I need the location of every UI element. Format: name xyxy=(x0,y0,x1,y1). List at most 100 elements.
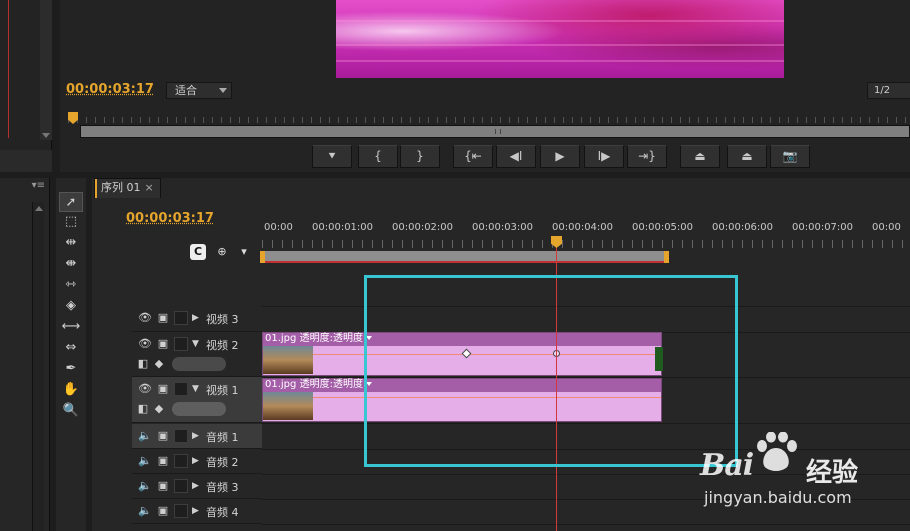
add-marker-button[interactable]: ⯆ xyxy=(312,145,352,168)
work-area-start-handle[interactable] xyxy=(260,251,265,263)
track-select-tool-icon[interactable]: ⬚ xyxy=(59,212,83,232)
speaker-icon[interactable]: 🔈 xyxy=(138,429,152,442)
camera-icon[interactable]: ▣ xyxy=(156,479,170,492)
extract-button[interactable]: ⏏ xyxy=(727,145,767,168)
expand-triangle-icon[interactable]: ▶ xyxy=(192,506,199,516)
clip-effect[interactable]: 透明度:透明度 xyxy=(300,333,363,344)
annotation-highlight-box xyxy=(364,275,738,467)
camera-icon[interactable]: ▣ xyxy=(156,429,170,442)
keyframe-icon[interactable]: ◆ xyxy=(152,357,166,370)
lock-toggle[interactable] xyxy=(174,479,188,493)
expand-triangle-icon[interactable]: ▶ xyxy=(192,313,199,323)
source-panel-strip xyxy=(0,0,52,172)
speaker-icon[interactable]: 🔈 xyxy=(138,504,152,517)
program-time-ruler[interactable] xyxy=(68,107,910,125)
track-header-a4[interactable]: 🔈 ▣ ▶ 音频 4 xyxy=(132,499,262,524)
add-marker-icon[interactable]: ▾ xyxy=(236,244,252,260)
go-to-out-button[interactable]: ⇥} xyxy=(627,145,667,168)
export-frame-button[interactable]: 📷 xyxy=(770,145,810,168)
collapse-triangle-icon[interactable]: ▼ xyxy=(192,384,199,394)
slip-tool-icon[interactable]: ⟷ xyxy=(59,317,83,337)
display-style-icon[interactable]: ◧ xyxy=(136,402,150,415)
lock-toggle[interactable] xyxy=(174,311,188,325)
snap-icon[interactable]: C xyxy=(190,244,206,260)
panel-menu-icon[interactable]: ▾≡ xyxy=(32,180,45,191)
camera-icon[interactable]: ▣ xyxy=(156,382,170,395)
ruler-label: 00:00 xyxy=(872,222,901,233)
close-icon[interactable]: × xyxy=(145,181,154,194)
program-video-frame xyxy=(336,0,784,78)
track-header-v3[interactable]: 👁 ▣ ▶ 视频 3 xyxy=(132,306,262,332)
clip-thumbnail xyxy=(263,346,313,374)
pen-tool-icon[interactable]: ✒ xyxy=(59,359,83,379)
keyframe-navigator[interactable] xyxy=(172,357,226,371)
camera-icon[interactable]: ▣ xyxy=(156,454,170,467)
track-name: 视频 2 xyxy=(206,339,239,352)
track-header-v1[interactable]: 👁 ▣ ▼ 视频 1 ◧ ◆ xyxy=(132,377,262,423)
playback-resolution-select[interactable]: 1/2 xyxy=(867,82,910,99)
fit-zoom-select[interactable]: 适合 xyxy=(166,82,232,99)
step-back-button[interactable]: ◀I xyxy=(496,145,536,168)
scroll-up-icon[interactable] xyxy=(35,206,43,211)
mark-out-button[interactable]: } xyxy=(400,145,440,168)
watermark-suffix: 经验 xyxy=(806,458,859,488)
expand-triangle-icon[interactable]: ▶ xyxy=(192,481,199,491)
lock-toggle[interactable] xyxy=(174,504,188,518)
track-header-a3[interactable]: 🔈 ▣ ▶ 音频 3 xyxy=(132,474,262,499)
lock-toggle[interactable] xyxy=(174,454,188,468)
track-headers: 👁 ▣ ▶ 视频 3 👁 ▣ ▼ 视频 2 ◧ ◆ 👁 ▣ ▼ 视频 1 ◧ ◆ xyxy=(132,266,262,531)
source-scrollbar[interactable] xyxy=(40,0,52,140)
zoom-tool-icon[interactable]: 🔍 xyxy=(59,401,83,421)
collapse-triangle-icon[interactable]: ▼ xyxy=(192,339,199,349)
eye-icon[interactable]: 👁 xyxy=(138,311,152,324)
scroll-down-icon[interactable] xyxy=(42,133,50,138)
rate-stretch-tool-icon[interactable]: ⇿ xyxy=(59,275,83,295)
track-name: 音频 4 xyxy=(206,506,239,519)
mark-in-button[interactable]: { xyxy=(358,145,398,168)
work-area-end-handle[interactable] xyxy=(664,251,669,263)
speaker-icon[interactable]: 🔈 xyxy=(138,479,152,492)
lock-toggle[interactable] xyxy=(174,337,188,351)
lift-button[interactable]: ⏏ xyxy=(680,145,720,168)
lock-toggle[interactable] xyxy=(174,382,188,396)
track-header-v2[interactable]: 👁 ▣ ▼ 视频 2 ◧ ◆ xyxy=(132,332,262,377)
program-zoom-scrollbar[interactable] xyxy=(80,125,910,138)
camera-icon[interactable]: ▣ xyxy=(156,504,170,517)
program-timecode[interactable]: 00:00:03:17 xyxy=(66,82,154,97)
watermark-url: jingyan.baidu.com xyxy=(704,488,852,507)
keyframe-navigator[interactable] xyxy=(172,402,226,416)
razor-tool-icon[interactable]: ◈ xyxy=(59,296,83,316)
baidu-watermark: Bai 经验 jingyan.baidu.com xyxy=(700,432,900,522)
track-header-a2[interactable]: 🔈 ▣ ▶ 音频 2 xyxy=(132,449,262,474)
project-scrollbar[interactable] xyxy=(32,202,44,531)
speaker-icon[interactable]: 🔈 xyxy=(138,454,152,467)
expand-triangle-icon[interactable]: ▶ xyxy=(192,431,199,441)
ripple-edit-tool-icon[interactable]: ⇹ xyxy=(59,233,83,253)
step-forward-button[interactable]: I▶ xyxy=(584,145,624,168)
track-header-a1[interactable]: 🔈 ▣ ▶ 音频 1 xyxy=(132,424,262,449)
eye-icon[interactable]: 👁 xyxy=(138,382,152,395)
source-playhead-line xyxy=(8,0,9,138)
camera-icon[interactable]: ▣ xyxy=(156,311,170,324)
hand-tool-icon[interactable]: ✋ xyxy=(59,380,83,400)
clip-effect[interactable]: 透明度:透明度 xyxy=(300,379,363,390)
lock-toggle[interactable] xyxy=(174,429,188,443)
display-style-icon[interactable]: ◧ xyxy=(136,357,150,370)
slide-tool-icon[interactable]: ⇔ xyxy=(59,338,83,358)
track-name: 视频 1 xyxy=(206,384,239,397)
keyframe-icon[interactable]: ◆ xyxy=(152,402,166,415)
timeline-timecode[interactable]: 00:00:03:17 xyxy=(126,211,214,226)
timeline-ruler[interactable]: 00:00 00:00:01:00 00:00:02:00 00:00:03:00 00… xyxy=(260,218,910,265)
scrollbar-grip[interactable] xyxy=(495,129,501,134)
eye-icon[interactable]: 👁 xyxy=(138,337,152,350)
ruler-label: 00:00:07:00 xyxy=(792,222,854,233)
camera-icon[interactable]: ▣ xyxy=(156,337,170,350)
expand-triangle-icon[interactable]: ▶ xyxy=(192,456,199,466)
go-to-in-button[interactable]: {⇤ xyxy=(453,145,493,168)
marker-globe-icon[interactable]: ⊕ xyxy=(214,244,230,260)
play-button[interactable]: ▶ xyxy=(540,145,580,168)
sequence-tab[interactable]: 序列 01 × xyxy=(94,178,161,198)
work-area-bar[interactable] xyxy=(260,251,669,263)
selection-tool-icon[interactable]: ➚ xyxy=(59,192,83,212)
rolling-edit-tool-icon[interactable]: ⇼ xyxy=(59,254,83,274)
